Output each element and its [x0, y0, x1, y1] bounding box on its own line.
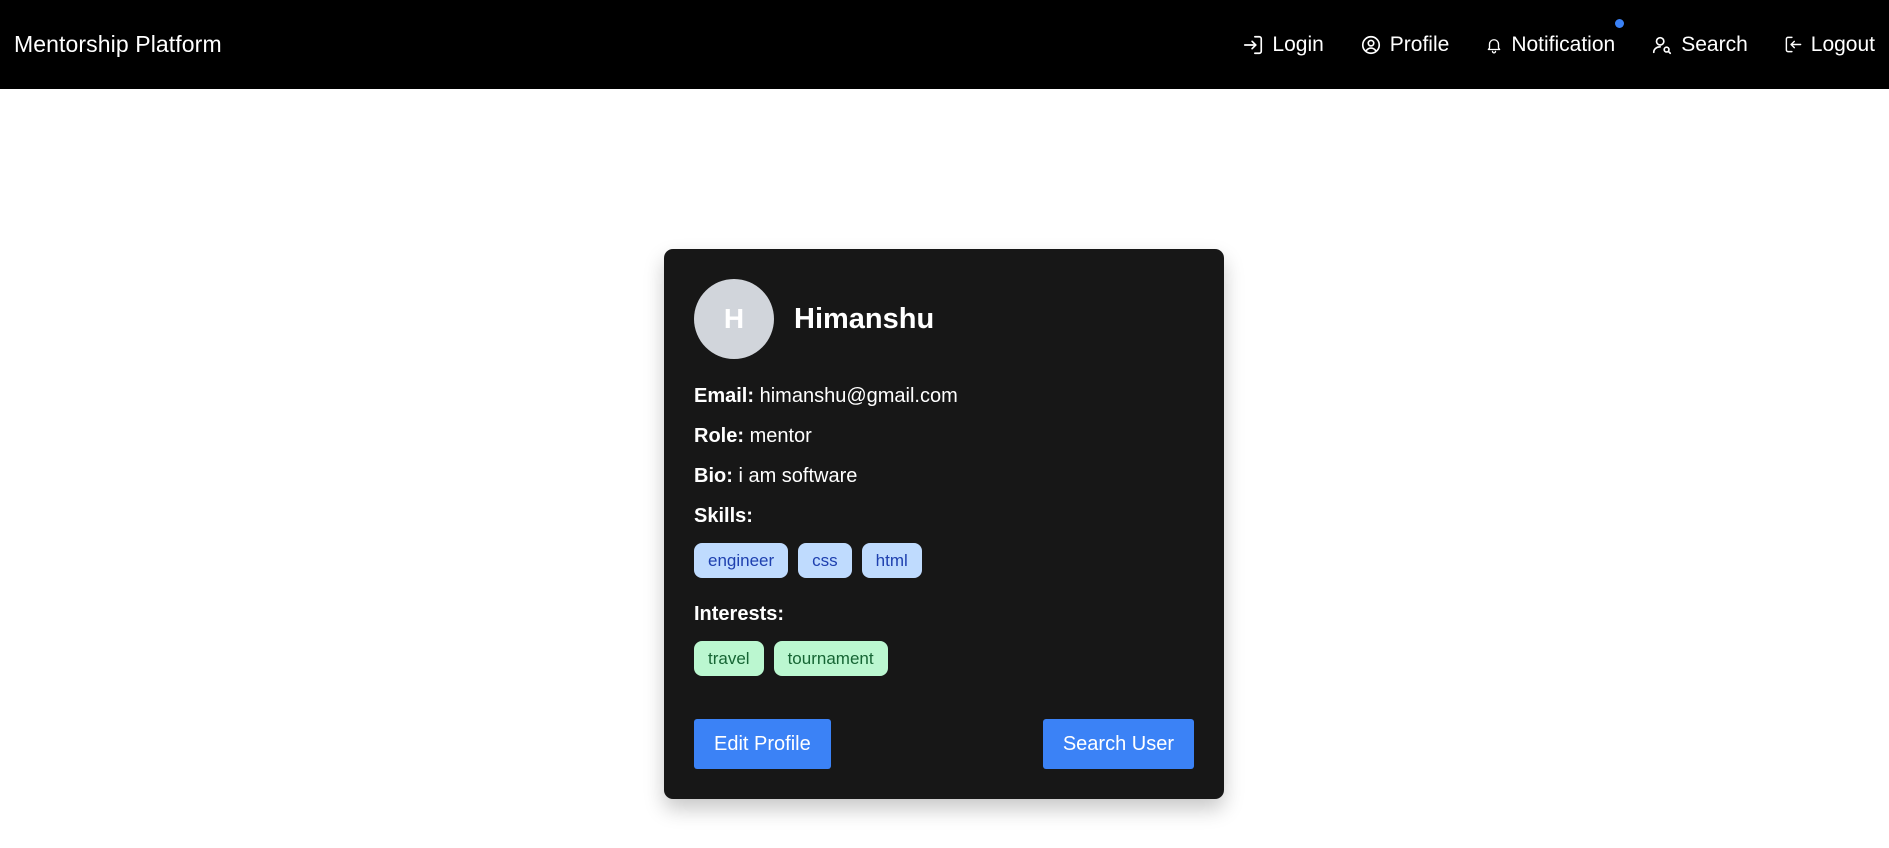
skill-chip: css — [798, 543, 852, 578]
nav-notification[interactable]: Notification — [1485, 18, 1625, 57]
nav-profile[interactable]: Profile — [1360, 32, 1450, 57]
profile-header: H Himanshu — [694, 279, 1194, 359]
nav-notification-label: Notification — [1511, 32, 1616, 56]
nav-search-label: Search — [1681, 32, 1748, 56]
profile-actions: Edit Profile Search User — [694, 719, 1194, 769]
profile-name: Himanshu — [794, 302, 935, 335]
email-value: himanshu@gmail.com — [759, 385, 958, 407]
nav-search[interactable]: Search — [1651, 33, 1748, 57]
notification-badge — [1615, 18, 1625, 28]
brand-title[interactable]: Mentorship Platform — [14, 31, 222, 58]
nav-links: Login Profile Notification Search Logout — [1242, 0, 1875, 89]
bell-icon — [1485, 36, 1503, 54]
user-circle-icon — [1360, 34, 1382, 56]
edit-profile-button[interactable]: Edit Profile — [694, 719, 831, 769]
skills-list: engineer css html — [694, 543, 1194, 578]
email-row: Email: himanshu@gmail.com — [694, 385, 1194, 407]
email-label: Email: — [694, 385, 755, 407]
interests-list: travel tournament — [694, 641, 1194, 676]
skills-label: Skills: — [694, 505, 753, 527]
bio-row: Bio: i am software — [694, 465, 1194, 487]
skill-chip: html — [861, 543, 922, 578]
avatar: H — [694, 279, 774, 359]
nav-logout-label: Logout — [1810, 32, 1875, 56]
role-row: Role: mentor — [694, 425, 1194, 447]
top-navbar: Mentorship Platform Login Profile Notifi… — [0, 0, 1889, 89]
skill-chip: engineer — [694, 543, 789, 578]
nav-logout[interactable]: Logout — [1784, 33, 1875, 57]
bio-value: i am software — [738, 465, 858, 487]
search-user-button[interactable]: Search User — [1042, 719, 1194, 769]
nav-login[interactable]: Login — [1242, 32, 1324, 57]
profile-card: H Himanshu Email: himanshu@gmail.com Rol… — [664, 249, 1224, 799]
role-label: Role: — [694, 425, 744, 447]
bio-label: Bio: — [694, 465, 733, 487]
nav-profile-label: Profile — [1389, 32, 1450, 56]
interest-chip: travel — [694, 641, 764, 676]
interests-label: Interests: — [694, 603, 785, 625]
interest-chip: tournament — [773, 641, 888, 676]
role-value: mentor — [749, 425, 812, 447]
logout-icon — [1784, 35, 1803, 54]
nav-login-label: Login — [1272, 32, 1324, 56]
user-search-icon — [1651, 34, 1673, 56]
login-icon — [1242, 34, 1264, 56]
